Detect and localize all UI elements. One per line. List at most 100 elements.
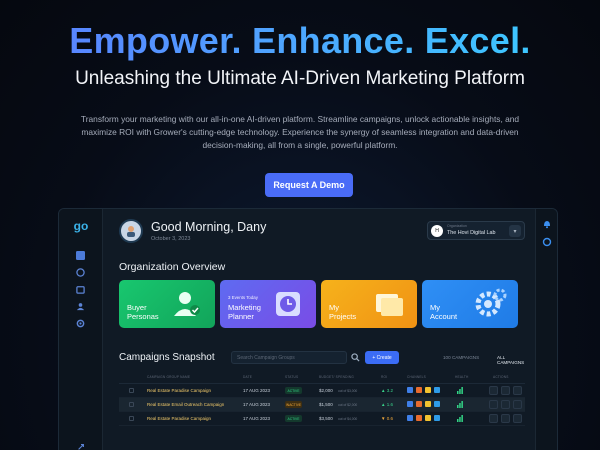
card-buyer-personas[interactable]: Buyer Personas bbox=[119, 280, 215, 328]
column-header: ACTIONS bbox=[493, 375, 509, 379]
persona-icon bbox=[174, 292, 200, 316]
sidebar-item-settings[interactable] bbox=[73, 317, 87, 329]
status-badge: INACTIVE bbox=[285, 401, 302, 408]
card-label: My Account bbox=[430, 303, 458, 321]
campaign-budget-total: out of $3,000 bbox=[338, 389, 358, 393]
row-checkbox[interactable] bbox=[129, 388, 134, 393]
sidebar-item-dashboard[interactable] bbox=[73, 249, 87, 261]
chevron-down-icon: ▾ bbox=[509, 225, 521, 237]
greeting-row: Good Morning, Dany October 3, 2023 H Org… bbox=[119, 219, 525, 247]
notification-icon[interactable] bbox=[542, 219, 552, 229]
card-marketing-planner[interactable]: 3 Events Today Marketing Planner bbox=[220, 280, 316, 328]
hero-subtitle: Unleashing the Ultimate AI-Driven Market… bbox=[75, 68, 525, 89]
column-header: DATE bbox=[243, 375, 253, 379]
column-header: HEALTH bbox=[455, 375, 469, 379]
organization-selector[interactable]: H Organization The Hovi Digital Lab ▾ bbox=[427, 221, 525, 240]
tab-campaigns-count[interactable]: 100 CAMPAIGNS bbox=[443, 355, 479, 360]
help-icon[interactable] bbox=[542, 237, 552, 247]
edit-icon[interactable] bbox=[513, 386, 522, 395]
hero-title: Empower. Enhance. Excel. bbox=[0, 20, 600, 62]
app-window: go Good Morning, Dany October 3, 2023 H bbox=[58, 208, 558, 450]
campaign-date: 17 AUG 2023 bbox=[243, 402, 271, 407]
expand-icon[interactable] bbox=[77, 443, 85, 450]
campaign-date: 17 AUG 2023 bbox=[243, 416, 271, 421]
request-demo-button[interactable]: Request A Demo bbox=[265, 173, 353, 197]
column-header: CHANNELS bbox=[407, 375, 426, 379]
row-checkbox[interactable] bbox=[129, 416, 134, 421]
card-label: Marketing Planner bbox=[228, 303, 261, 321]
card-my-projects[interactable]: My Projects bbox=[321, 280, 417, 328]
greeting-date: October 3, 2023 bbox=[151, 236, 191, 242]
email-icon bbox=[416, 415, 422, 421]
delete-icon[interactable] bbox=[489, 414, 498, 423]
hero-description: Transform your marketing with our all-in… bbox=[80, 114, 520, 150]
status-badge: ACTIVE bbox=[285, 415, 302, 422]
column-header: ROI bbox=[381, 375, 388, 379]
right-rail bbox=[535, 209, 557, 450]
campaign-search-input[interactable]: Search Campaign Groups bbox=[231, 351, 347, 364]
health-bars-icon bbox=[457, 401, 463, 408]
table-row[interactable]: Real Estate Paradise Campaign 17 AUG 202… bbox=[119, 412, 525, 426]
campaign-name[interactable]: Real Estate Paradise Campaign bbox=[147, 416, 211, 421]
delete-icon[interactable] bbox=[489, 400, 498, 409]
campaign-roi: ▲ 1.6 bbox=[381, 402, 393, 407]
sidebar-item-globe[interactable] bbox=[73, 266, 87, 278]
campaigns-header: Campaigns Snapshot Search Campaign Group… bbox=[119, 351, 525, 365]
edit-icon[interactable] bbox=[513, 414, 522, 423]
row-checkbox[interactable] bbox=[129, 402, 134, 407]
users-icon bbox=[76, 302, 84, 310]
gear-icon bbox=[76, 319, 84, 327]
card-label: My Projects bbox=[329, 303, 357, 321]
org-name: The Hovi Digital Lab bbox=[447, 230, 496, 236]
search-icon[interactable] bbox=[351, 353, 360, 362]
dashboard-icon bbox=[75, 250, 85, 260]
campaigns-table: CAMPAIGN GROUP NAME DATE STATUS BUDGET/ … bbox=[119, 372, 525, 426]
folder-icon bbox=[376, 294, 403, 316]
table-row[interactable]: Real Estate Paradise Campaign 17 AUG 202… bbox=[119, 384, 525, 398]
org-logo: H bbox=[431, 225, 443, 237]
calendar-icon bbox=[75, 285, 85, 294]
linkedin-icon bbox=[434, 415, 440, 421]
view-icon[interactable] bbox=[501, 386, 510, 395]
org-small-label: Organization bbox=[447, 224, 467, 228]
facebook-icon bbox=[407, 387, 413, 393]
edit-icon[interactable] bbox=[513, 400, 522, 409]
campaign-roi: ▼ 0.6 bbox=[381, 416, 393, 421]
campaign-budget: $2,000 bbox=[319, 388, 333, 393]
clock-icon bbox=[276, 292, 300, 316]
campaign-budget: $3,500 bbox=[319, 416, 333, 421]
create-campaign-button[interactable]: + Create bbox=[365, 351, 399, 364]
sidebar-item-users[interactable] bbox=[73, 300, 87, 312]
google-ads-icon bbox=[425, 415, 431, 421]
linkedin-icon bbox=[434, 401, 440, 407]
view-icon[interactable] bbox=[501, 400, 510, 409]
sidebar-item-calendar[interactable] bbox=[73, 283, 87, 295]
column-header: BUDGET/ SPENDING bbox=[319, 375, 354, 379]
campaign-name[interactable]: Real Estate Paradise Campaign bbox=[147, 388, 211, 393]
google-ads-icon bbox=[425, 387, 431, 393]
email-icon bbox=[416, 401, 422, 407]
card-my-account[interactable]: My Account bbox=[422, 280, 518, 328]
view-icon[interactable] bbox=[501, 414, 510, 423]
facebook-icon bbox=[407, 401, 413, 407]
campaign-name[interactable]: Real Estate Email Outreach Campaign bbox=[147, 402, 224, 407]
delete-icon[interactable] bbox=[489, 386, 498, 395]
user-illustration-icon bbox=[127, 226, 135, 237]
campaign-budget-total: out of $4,000 bbox=[338, 417, 358, 421]
linkedin-icon bbox=[434, 387, 440, 393]
avatar[interactable] bbox=[119, 219, 143, 243]
table-header: CAMPAIGN GROUP NAME DATE STATUS BUDGET/ … bbox=[119, 372, 525, 384]
campaigns-title: Campaigns Snapshot bbox=[119, 352, 215, 363]
greeting-text: Good Morning, Dany bbox=[151, 220, 267, 234]
campaign-date: 17 AUG 2023 bbox=[243, 388, 271, 393]
campaign-budget-total: out of $2,000 bbox=[338, 403, 358, 407]
main-content: Good Morning, Dany October 3, 2023 H Org… bbox=[103, 209, 537, 450]
card-label: Buyer Personas bbox=[127, 303, 159, 321]
column-header: CAMPAIGN GROUP NAME bbox=[147, 375, 191, 379]
card-events-count: 3 Events Today bbox=[228, 295, 258, 300]
gear-icon bbox=[475, 288, 507, 317]
table-row[interactable]: Real Estate Email Outreach Campaign 17 A… bbox=[119, 398, 525, 412]
tab-all-campaigns[interactable]: ALL CAMPAIGNS bbox=[497, 355, 525, 365]
facebook-icon bbox=[407, 415, 413, 421]
health-bars-icon bbox=[457, 387, 463, 394]
